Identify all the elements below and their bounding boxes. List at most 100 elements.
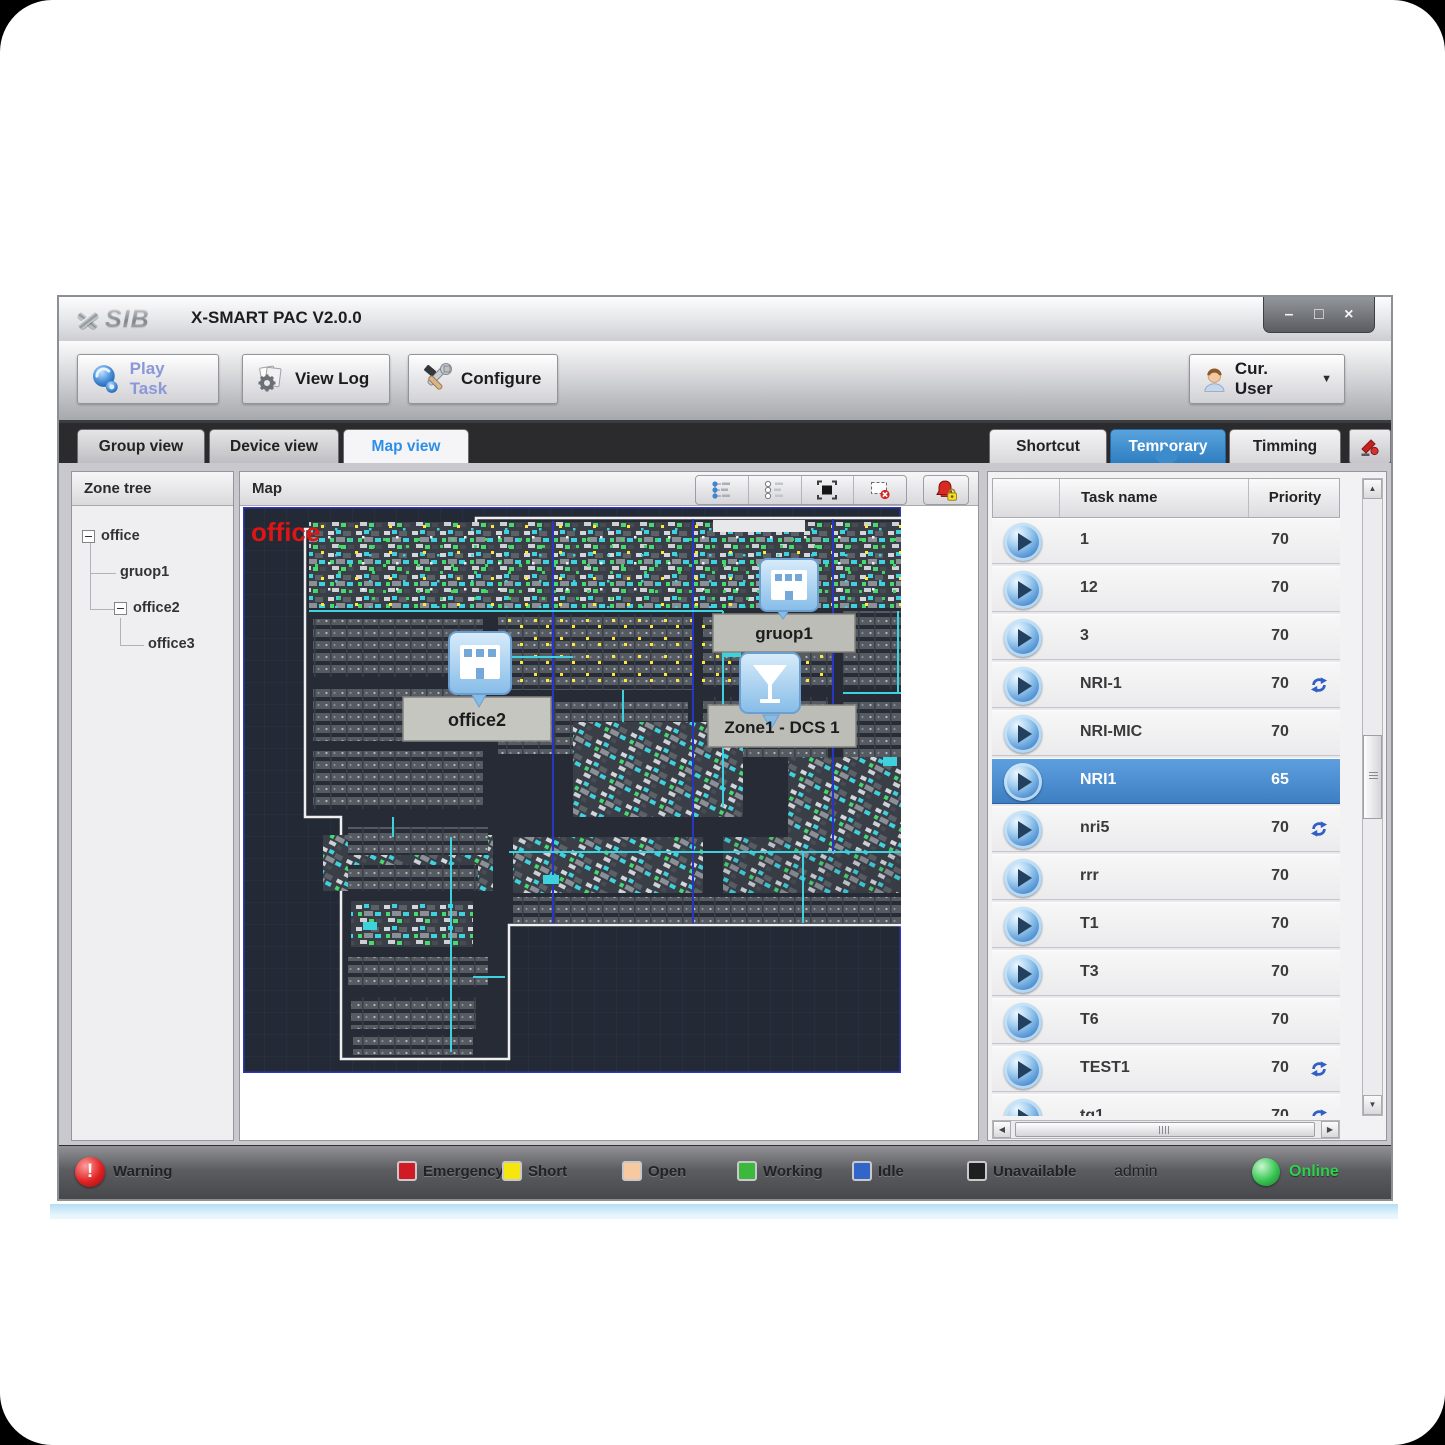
- toolbar: Play Task View Log: [59, 341, 1391, 423]
- task-name: NRI-MIC: [1080, 723, 1142, 741]
- legend-label-working: Working: [763, 1163, 823, 1180]
- legend-label-idle: Idle: [878, 1163, 904, 1180]
- play-row-button[interactable]: [1004, 859, 1042, 897]
- task-header-name: Task name: [1059, 479, 1249, 517]
- play-row-button[interactable]: [1004, 763, 1042, 801]
- task-row[interactable]: T670: [992, 998, 1340, 1044]
- task-priority: 70: [1248, 915, 1312, 933]
- configure-icon: [421, 363, 453, 395]
- window-title: X-SMART PAC V2.0.0: [191, 308, 362, 328]
- scroll-right-button[interactable]: ▶: [1321, 1121, 1339, 1138]
- vertical-scroll-thumb[interactable]: [1363, 735, 1382, 819]
- scroll-down-button[interactable]: ▼: [1363, 1095, 1382, 1115]
- online-status-label: Online: [1289, 1163, 1339, 1181]
- task-name: nri5: [1080, 819, 1109, 837]
- play-row-button[interactable]: [1004, 955, 1042, 993]
- clear-selection-button[interactable]: [854, 476, 906, 504]
- play-task-icon: [90, 363, 122, 395]
- play-row-button[interactable]: [1004, 571, 1042, 609]
- horizontal-scrollbar[interactable]: ◀ ▶: [992, 1120, 1340, 1139]
- maximize-button[interactable]: □: [1314, 307, 1324, 323]
- task-row[interactable]: nri570: [992, 806, 1340, 852]
- map-body: office gruop1: [240, 506, 978, 1140]
- status-bar: ! Warning EmergencyShortOpenWorkingIdleU…: [59, 1145, 1391, 1199]
- tree-item-office2[interactable]: office2: [114, 596, 180, 620]
- select-all-zones-button[interactable]: [696, 476, 749, 504]
- collapse-icon[interactable]: [82, 530, 95, 543]
- play-row-button[interactable]: [1004, 667, 1042, 705]
- fit-view-button[interactable]: [802, 476, 855, 504]
- tab-map-view[interactable]: Map view: [343, 429, 469, 463]
- task-row[interactable]: NRI-170: [992, 662, 1340, 708]
- task-row[interactable]: 370: [992, 614, 1340, 660]
- task-header-play-column: [993, 479, 1060, 517]
- user-avatar-icon: [1202, 365, 1227, 393]
- tree-connector: [90, 609, 114, 610]
- minimize-button[interactable]: –: [1285, 307, 1294, 323]
- view-log-button[interactable]: View Log: [242, 354, 390, 404]
- play-row-button[interactable]: [1004, 523, 1042, 561]
- warning-icon[interactable]: !: [75, 1157, 105, 1187]
- tree-item-gruop1[interactable]: gruop1: [120, 560, 169, 584]
- tab-group-view[interactable]: Group view: [77, 429, 205, 463]
- tab-device-view[interactable]: Device view: [209, 429, 339, 463]
- tree-item-office[interactable]: office: [82, 524, 140, 548]
- tree-item-office3[interactable]: office3: [148, 632, 195, 656]
- loop-icon: [1310, 1060, 1328, 1083]
- play-row-button[interactable]: [1004, 715, 1042, 753]
- alarm-bell-lock-icon: [934, 479, 958, 502]
- current-user-button[interactable]: Cur. User ▼: [1189, 354, 1345, 404]
- task-name: NRI1: [1080, 771, 1116, 789]
- task-row[interactable]: TEST170: [992, 1046, 1340, 1092]
- legend-label-emergency: Emergency: [423, 1163, 504, 1180]
- tab-shortcut[interactable]: Shortcut: [989, 429, 1107, 463]
- map-canvas[interactable]: office gruop1: [243, 507, 901, 1073]
- play-row-button[interactable]: [1004, 1051, 1042, 1089]
- task-row[interactable]: T170: [992, 902, 1340, 948]
- view-log-icon: [255, 363, 287, 395]
- app-window: SIB X-SMART PAC V2.0.0 – □ ×: [57, 295, 1393, 1201]
- play-row-button[interactable]: [1004, 907, 1042, 945]
- task-priority: 70: [1248, 1059, 1312, 1077]
- logged-in-user: admin: [1114, 1163, 1158, 1181]
- tab-timming[interactable]: Timming: [1229, 429, 1341, 463]
- map-panel: Map: [239, 471, 979, 1141]
- play-row-button[interactable]: [1004, 619, 1042, 657]
- app-logo: SIB: [75, 305, 150, 333]
- legend-label-open: Open: [648, 1163, 686, 1180]
- task-row[interactable]: 1270: [992, 566, 1340, 612]
- task-priority: 70: [1248, 1107, 1312, 1116]
- stop-broadcast-button[interactable]: [1349, 429, 1391, 464]
- task-row[interactable]: tq170: [992, 1094, 1340, 1116]
- task-row[interactable]: NRI165: [992, 758, 1340, 804]
- select-tree-icon: [710, 479, 734, 501]
- scroll-up-button[interactable]: ▲: [1363, 479, 1382, 499]
- map-marker-label: office2: [448, 710, 506, 730]
- deselect-all-zones-button[interactable]: [749, 476, 802, 504]
- window-controls: – □ ×: [1263, 297, 1375, 333]
- map-marker-label: gruop1: [755, 624, 813, 643]
- warning-label: Warning: [113, 1163, 172, 1180]
- vertical-scrollbar[interactable]: ▲ ▼: [1362, 478, 1383, 1116]
- title-bar: SIB X-SMART PAC V2.0.0 – □ ×: [59, 297, 1391, 342]
- play-row-button[interactable]: [1004, 1003, 1042, 1041]
- task-row[interactable]: 170: [992, 518, 1340, 564]
- close-button[interactable]: ×: [1344, 307, 1353, 323]
- task-row[interactable]: NRI-MIC 70: [992, 710, 1340, 756]
- collapse-icon[interactable]: [114, 602, 127, 615]
- configure-button[interactable]: Configure: [408, 354, 558, 404]
- task-priority: 70: [1248, 723, 1312, 741]
- task-priority: 70: [1248, 963, 1312, 981]
- alarm-lock-button[interactable]: [923, 475, 969, 505]
- task-row[interactable]: rrr70: [992, 854, 1340, 900]
- scroll-left-button[interactable]: ◀: [993, 1121, 1011, 1138]
- tree-connector: [120, 645, 144, 646]
- play-row-button[interactable]: [1004, 1099, 1042, 1116]
- window-reflection: [50, 1204, 1398, 1219]
- horizontal-scroll-thumb[interactable]: [1015, 1122, 1315, 1137]
- play-task-label: Play Task: [130, 359, 206, 399]
- play-task-button[interactable]: Play Task: [77, 354, 219, 404]
- play-row-button[interactable]: [1004, 811, 1042, 849]
- task-row[interactable]: T370: [992, 950, 1340, 996]
- loop-icon: [1310, 1108, 1328, 1116]
